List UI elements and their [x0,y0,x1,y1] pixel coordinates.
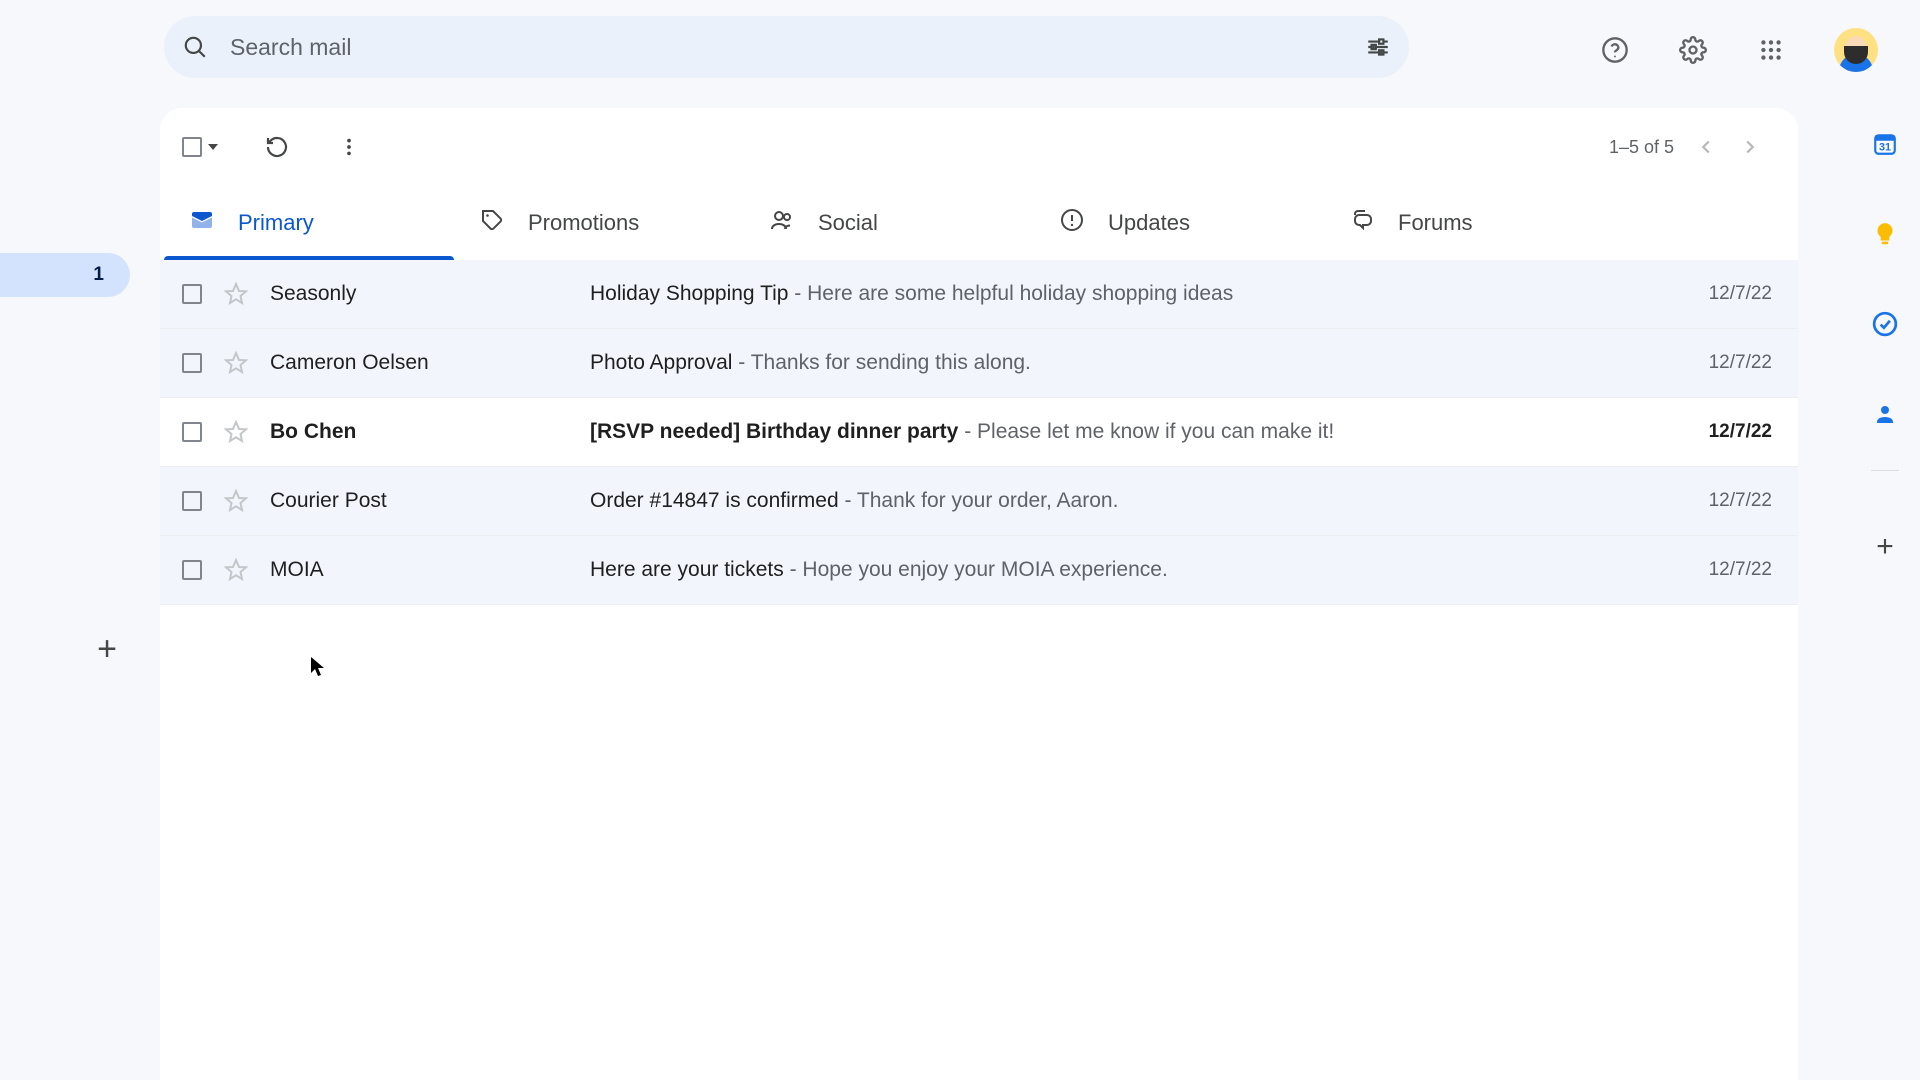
tab-label: Primary [238,210,314,236]
updates-icon [1060,208,1084,238]
email-row[interactable]: Cameron OelsenPhoto Approval - Thanks fo… [160,329,1798,398]
tab-label: Social [818,210,878,236]
tab-updates[interactable]: Updates [1034,186,1324,260]
search-bar [164,16,1409,78]
add-addon-button[interactable]: + [1871,533,1899,561]
email-row[interactable]: SeasonlyHoliday Shopping Tip - Here are … [160,260,1798,329]
row-checkbox[interactable] [182,491,202,511]
date: 12/7/22 [1709,490,1772,512]
calendar-app-icon[interactable]: 31 [1871,130,1899,158]
promotions-icon [480,208,504,238]
date: 12/7/22 [1709,559,1772,581]
email-row[interactable]: MOIAHere are your tickets - Hope you enj… [160,536,1798,605]
star-icon[interactable] [224,489,248,513]
star-icon[interactable] [224,351,248,375]
tab-promotions[interactable]: Promotions [454,186,744,260]
tab-social[interactable]: Social [744,186,1034,260]
date: 12/7/22 [1709,421,1772,443]
search-options-icon[interactable] [1365,34,1391,60]
account-avatar[interactable] [1834,28,1878,72]
next-page-button[interactable] [1728,125,1772,169]
tab-primary[interactable]: Primary [164,186,454,260]
tab-forums[interactable]: Forums [1324,186,1614,260]
tasks-app-icon[interactable] [1871,310,1899,338]
subject-line: Here are your tickets - Hope you enjoy y… [590,558,1689,582]
date: 12/7/22 [1709,283,1772,305]
row-checkbox[interactable] [182,422,202,442]
checkbox-icon [182,137,202,157]
search-icon[interactable] [182,34,208,60]
sender: Seasonly [270,282,590,306]
page-count: 1–5 of 5 [1609,137,1674,158]
prev-page-button[interactable] [1684,125,1728,169]
star-icon[interactable] [224,558,248,582]
select-all-checkbox[interactable] [182,137,218,157]
row-checkbox[interactable] [182,353,202,373]
forums-icon [1350,208,1374,238]
email-row[interactable]: Bo Chen[RSVP needed] Birthday dinner par… [160,398,1798,467]
row-checkbox[interactable] [182,560,202,580]
sender: Courier Post [270,489,590,513]
subject-line: Holiday Shopping Tip - Here are some hel… [590,282,1689,306]
email-row[interactable]: Courier PostOrder #14847 is confirmed - … [160,467,1798,536]
apps-icon[interactable] [1756,35,1786,65]
settings-icon[interactable] [1678,35,1708,65]
rail-divider [1871,470,1899,471]
sender: Cameron Oelsen [270,351,590,375]
support-icon[interactable] [1600,35,1630,65]
social-icon [770,208,794,238]
refresh-button[interactable] [264,134,290,160]
star-icon[interactable] [224,420,248,444]
mouse-cursor-icon [310,656,326,678]
subject-line: Order #14847 is confirmed - Thank for yo… [590,489,1689,513]
sender: Bo Chen [270,420,590,444]
svg-text:31: 31 [1879,142,1891,154]
contacts-app-icon[interactable] [1871,400,1899,428]
row-checkbox[interactable] [182,284,202,304]
subject-line: [RSVP needed] Birthday dinner party - Pl… [590,420,1689,444]
inbox-badge-count: 1 [93,264,104,286]
date: 12/7/22 [1709,352,1772,374]
subject-line: Photo Approval - Thanks for sending this… [590,351,1689,375]
primary-icon [190,208,214,238]
more-button[interactable] [336,134,362,160]
star-icon[interactable] [224,282,248,306]
new-label-button[interactable]: + [84,626,130,672]
tab-label: Updates [1108,210,1190,236]
search-input[interactable] [230,34,1365,61]
tab-label: Promotions [528,210,639,236]
tab-label: Forums [1398,210,1473,236]
sidebar-item-inbox[interactable]: 1 [0,253,130,297]
chevron-down-icon [208,144,218,150]
keep-app-icon[interactable] [1871,220,1899,248]
sender: MOIA [270,558,590,582]
